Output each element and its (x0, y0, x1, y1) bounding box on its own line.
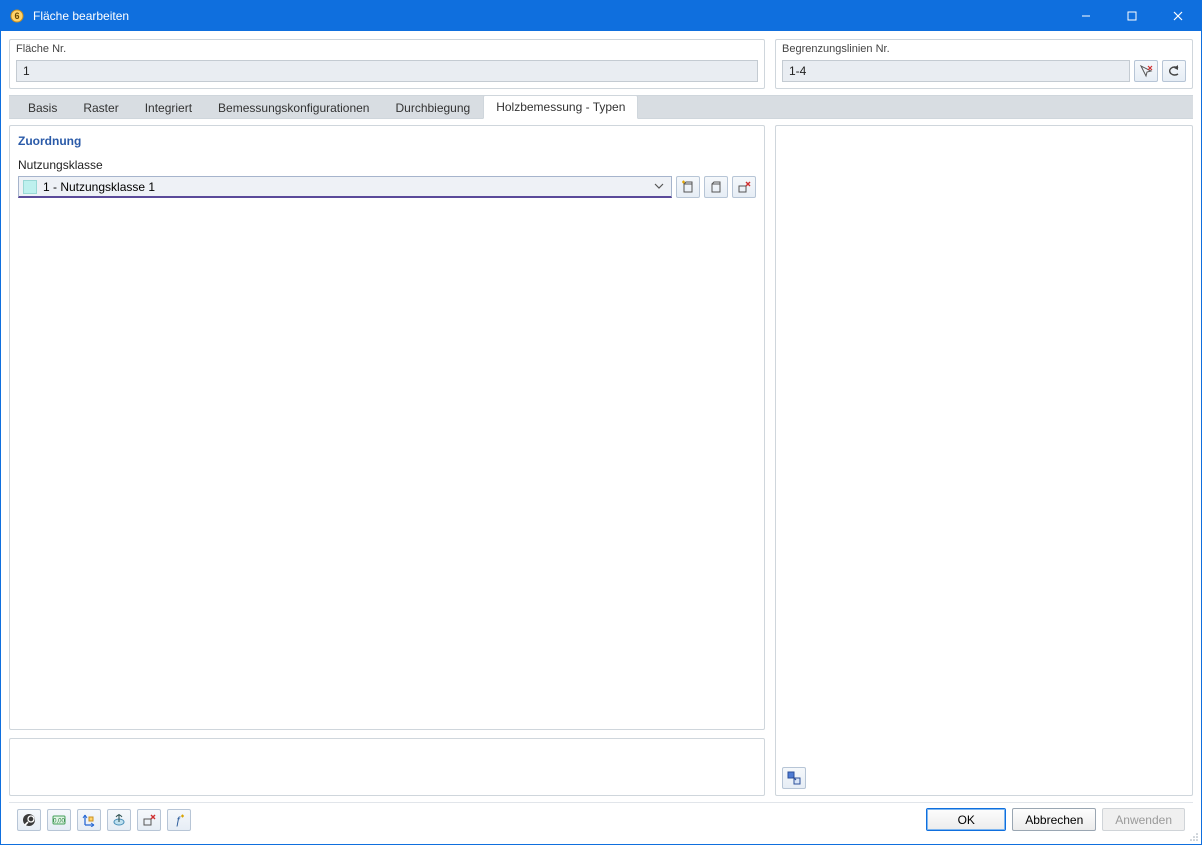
chevron-down-icon (651, 180, 667, 194)
service-class-color-swatch (23, 180, 37, 194)
left-column: Zuordnung Nutzungsklasse 1 - Nutzungskla… (9, 125, 765, 796)
bottom-bar: 0,00 (9, 802, 1193, 836)
app-icon: 6 (9, 8, 25, 24)
svg-text:6: 6 (14, 11, 19, 21)
boundary-lines-group: Begrenzungslinien Nr. (775, 39, 1193, 89)
service-class-combo[interactable]: 1 - Nutzungsklasse 1 (18, 176, 672, 198)
svg-text:ƒ: ƒ (175, 815, 181, 827)
assignment-section-title: Zuordnung (18, 134, 756, 148)
reverse-lines-button[interactable] (1162, 60, 1186, 82)
tab-bemessungskonfigurationen[interactable]: Bemessungskonfigurationen (205, 96, 382, 119)
boundary-lines-input[interactable] (782, 60, 1130, 82)
service-class-value: 1 - Nutzungsklasse 1 (43, 180, 651, 194)
content-row: Zuordnung Nutzungsklasse 1 - Nutzungskla… (9, 125, 1193, 796)
axis-button[interactable] (77, 809, 101, 831)
tab-holzbemessung-typen[interactable]: Holzbemessung - Typen (483, 95, 638, 119)
maximize-button[interactable] (1109, 1, 1155, 31)
surface-icon-button[interactable] (107, 809, 131, 831)
window-title: Fläche bearbeiten (33, 9, 129, 23)
function-button[interactable]: ƒ (167, 809, 191, 831)
surface-number-group: Fläche Nr. (9, 39, 765, 89)
new-service-class-button[interactable] (676, 176, 700, 198)
surface-number-label: Fläche Nr. (16, 43, 66, 55)
dialog-window: 6 Fläche bearbeiten Fläche Nr. Begrenzun… (0, 0, 1202, 845)
service-class-label: Nutzungsklasse (18, 158, 756, 172)
tab-integriert[interactable]: Integriert (132, 96, 205, 119)
pick-lines-button[interactable] (1134, 60, 1158, 82)
surface-number-input[interactable] (16, 60, 758, 82)
delete-service-class-button[interactable] (732, 176, 756, 198)
remove-button[interactable] (137, 809, 161, 831)
cancel-button[interactable]: Abbrechen (1012, 808, 1096, 831)
apply-button[interactable]: Anwenden (1102, 808, 1185, 831)
minimize-button[interactable] (1063, 1, 1109, 31)
comment-panel (9, 738, 765, 796)
titlebar: 6 Fläche bearbeiten (1, 1, 1201, 31)
close-button[interactable] (1155, 1, 1201, 31)
tab-raster[interactable]: Raster (70, 96, 131, 119)
resize-grip[interactable] (1187, 830, 1199, 842)
client-area: Fläche Nr. Begrenzungslinien Nr. (1, 31, 1201, 844)
ok-button[interactable]: OK (926, 808, 1006, 831)
help-button[interactable] (17, 809, 41, 831)
units-button[interactable]: 0,00 (47, 809, 71, 831)
tab-basis[interactable]: Basis (15, 96, 70, 119)
preview-settings-button[interactable] (782, 767, 806, 789)
assignment-panel: Zuordnung Nutzungsklasse 1 - Nutzungskla… (9, 125, 765, 730)
boundary-lines-label: Begrenzungslinien Nr. (782, 43, 890, 55)
svg-text:0,00: 0,00 (53, 818, 65, 824)
right-column (775, 125, 1193, 796)
edit-service-class-button[interactable] (704, 176, 728, 198)
preview-panel (775, 125, 1193, 796)
tab-durchbiegung[interactable]: Durchbiegung (382, 96, 483, 119)
top-row: Fläche Nr. Begrenzungslinien Nr. (9, 39, 1193, 89)
tab-bar: Basis Raster Integriert Bemessungskonfig… (9, 95, 1193, 119)
